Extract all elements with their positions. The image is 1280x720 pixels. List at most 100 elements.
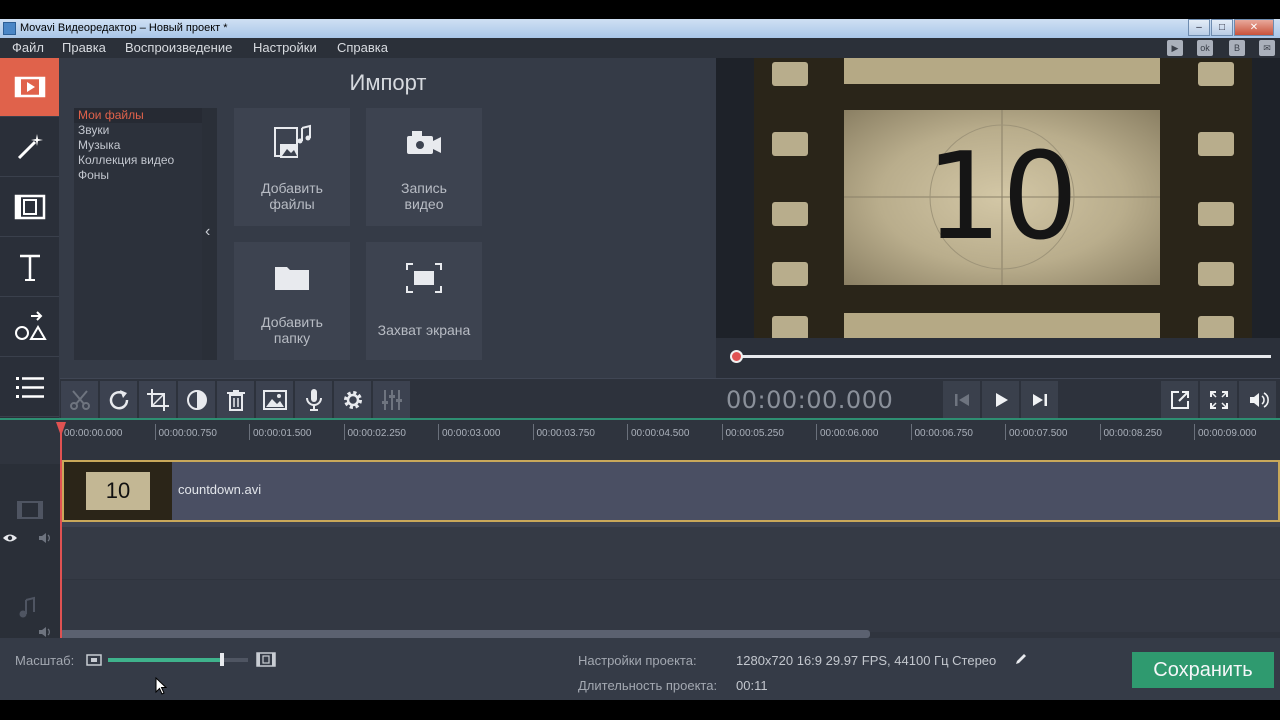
list-icon <box>15 377 44 398</box>
audio-volume-icon[interactable] <box>38 626 54 638</box>
stickers-tab[interactable] <box>0 298 59 357</box>
category-backgrounds[interactable]: Фоны <box>74 168 202 183</box>
volume-button[interactable] <box>1239 381 1276 418</box>
fullscreen-button[interactable] <box>1200 381 1237 418</box>
ruler-tick-label: 00:00:07.500 <box>1009 428 1068 439</box>
music-note-icon <box>19 596 35 618</box>
previous-frame-button[interactable] <box>943 381 980 418</box>
collapse-arrow-icon[interactable]: ‹ <box>205 223 210 241</box>
timeline[interactable]: 00:00:00.000 00:00:00.750 00:00:01.500 00:0… <box>0 418 1280 640</box>
add-files-icon <box>274 124 311 158</box>
zoom-out-icon[interactable] <box>86 654 102 666</box>
camera-icon <box>407 131 441 154</box>
transitions-tab[interactable] <box>0 178 59 237</box>
color-adjust-button[interactable] <box>178 381 215 418</box>
odnoklassniki-icon[interactable]: ok <box>1197 40 1213 56</box>
window-titlebar: Movavi Видеоредактор – Новый проект * – … <box>0 19 1280 38</box>
menu-settings[interactable]: Настройки <box>253 38 317 58</box>
track-volume-icon[interactable] <box>38 532 54 544</box>
ruler-tick-label: 00:00:06.000 <box>820 428 879 439</box>
tool-sidebar <box>0 58 59 418</box>
category-sounds[interactable]: Звуки <box>74 123 202 138</box>
screen-capture-icon <box>406 263 442 293</box>
external-window-icon <box>1170 390 1189 409</box>
cut-button[interactable] <box>61 381 98 418</box>
import-panel: Импорт Мои файлы Звуки Музыка Коллекция … <box>60 58 716 378</box>
timecode-display: 00:00:00.000 <box>726 386 894 414</box>
ruler-tick-label: 00:00:04.500 <box>631 428 690 439</box>
filters-tab[interactable] <box>0 118 59 177</box>
add-folder-label: Добавить папку <box>261 314 323 346</box>
delete-button[interactable] <box>217 381 254 418</box>
ruler-tick-label: 00:00:03.750 <box>536 428 595 439</box>
category-video-collection[interactable]: Коллекция видео <box>74 153 202 168</box>
ruler-tick-label: 00:00:06.750 <box>914 428 973 439</box>
category-my-files[interactable]: Мои файлы <box>74 108 202 123</box>
ruler-tick-label: 00:00:00.000 <box>64 428 123 439</box>
video-clip[interactable]: 10 countdown.avi <box>62 460 1280 522</box>
clip-thumbnail-number: 10 <box>86 472 150 510</box>
play-button[interactable] <box>982 381 1019 418</box>
playhead-line[interactable] <box>60 422 62 640</box>
zoom-label: Масштаб: <box>15 653 75 668</box>
overlay-track[interactable] <box>60 527 1280 579</box>
ruler-tick-label: 00:00:08.250 <box>1103 428 1162 439</box>
seek-track[interactable] <box>736 355 1271 358</box>
pencil-icon[interactable] <box>1014 652 1028 666</box>
contrast-icon <box>186 389 207 410</box>
menu-bar: Файл Правка Воспроизведение Настройки Сп… <box>0 38 1280 58</box>
add-folder-button[interactable]: Добавить папку <box>234 242 350 360</box>
clip-properties-button[interactable] <box>256 381 293 418</box>
zoom-slider-handle[interactable] <box>219 653 224 666</box>
category-music[interactable]: Музыка <box>74 138 202 153</box>
project-settings-value: 1280x720 16:9 29.97 FPS, 44100 Гц Стерео <box>736 653 997 668</box>
seek-bar[interactable] <box>716 338 1280 378</box>
ruler-tick-label: 00:00:00.750 <box>158 428 217 439</box>
screen-capture-label: Захват экрана <box>377 322 471 338</box>
youtube-icon[interactable]: ▶ <box>1167 40 1183 56</box>
menu-playback[interactable]: Воспроизведение <box>125 38 232 58</box>
vk-icon[interactable]: B <box>1229 40 1245 56</box>
crop-button[interactable] <box>139 381 176 418</box>
add-files-button[interactable]: Добавить файлы <box>234 108 350 226</box>
equalizer-icon <box>381 389 402 410</box>
ruler-tick-label: 00:00:09.000 <box>1198 428 1257 439</box>
titles-tab[interactable] <box>0 238 59 297</box>
maximize-button[interactable]: □ <box>1211 19 1233 36</box>
rotate-button[interactable] <box>100 381 137 418</box>
settings-button[interactable] <box>334 381 371 418</box>
equalizer-button[interactable] <box>373 381 410 418</box>
zoom-in-icon[interactable] <box>256 652 276 667</box>
ruler-tick-label: 00:00:03.000 <box>442 428 501 439</box>
time-ruler[interactable]: 00:00:00.000 00:00:00.750 00:00:01.500 00:0… <box>60 420 1280 464</box>
close-button[interactable]: ✕ <box>1234 19 1274 36</box>
next-frame-button[interactable] <box>1021 381 1058 418</box>
record-video-button[interactable]: Запись видео <box>366 108 482 226</box>
record-voice-button[interactable] <box>295 381 332 418</box>
video-track-header <box>0 464 60 526</box>
menu-edit[interactable]: Правка <box>62 38 106 58</box>
image-icon <box>262 389 287 410</box>
menu-help[interactable]: Справка <box>337 38 388 58</box>
detach-preview-button[interactable] <box>1161 381 1198 418</box>
eye-icon[interactable] <box>2 532 18 544</box>
category-list: Мои файлы Звуки Музыка Коллекция видео Ф… <box>74 108 202 360</box>
feedback-icon[interactable]: ✉ <box>1259 40 1275 56</box>
project-duration-value: 00:11 <box>736 678 768 693</box>
screen-capture-button[interactable]: Захват экрана <box>366 242 482 360</box>
menu-file[interactable]: Файл <box>12 38 44 58</box>
scissors-icon <box>69 389 90 410</box>
gear-icon <box>343 390 362 409</box>
timeline-scrollbar[interactable] <box>60 630 870 638</box>
audio-track[interactable] <box>60 580 1280 632</box>
seek-handle[interactable] <box>730 350 743 363</box>
film-icon <box>14 76 45 98</box>
save-button[interactable]: Сохранить <box>1132 652 1274 688</box>
skip-back-icon <box>954 393 969 406</box>
window-title: Movavi Видеоредактор – Новый проект * <box>20 22 228 34</box>
minimize-button[interactable]: – <box>1188 19 1210 36</box>
edit-toolbar <box>60 378 716 418</box>
import-tab[interactable] <box>0 58 59 117</box>
more-tab[interactable] <box>0 358 59 417</box>
play-icon <box>995 392 1008 407</box>
